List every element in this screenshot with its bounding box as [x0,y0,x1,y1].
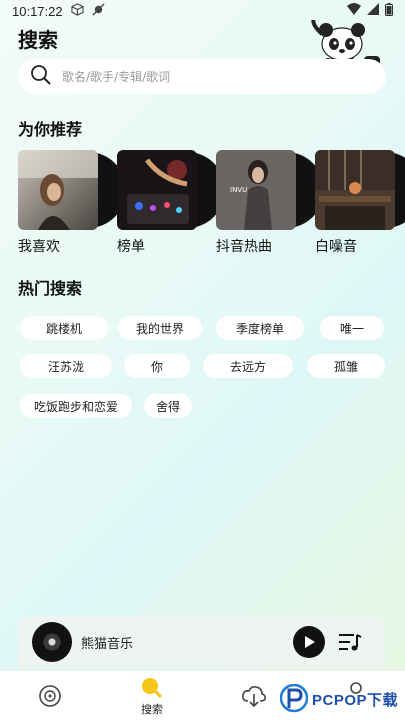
recommend-label: 白噪音 [315,239,357,255]
play-button[interactable] [293,626,325,658]
cloud-download-icon [242,686,266,708]
disc-icon [39,685,61,707]
search-icon[interactable] [30,64,52,90]
watermark: PCPOP下载 [280,684,398,714]
hot-tag[interactable]: 季度榜单 [216,316,304,340]
recommend-label: 榜单 [117,239,145,255]
recommend-card-douyin[interactable]: INVU 抖音热曲 [216,150,324,255]
album-disc-icon [32,622,72,662]
hot-tag[interactable]: 舍得 [144,394,192,418]
tab-label: 搜索 [141,703,163,716]
status-bar: 10:17:22 [0,0,405,22]
box-icon [70,3,84,19]
search-input[interactable] [62,69,282,84]
signal-icon [367,3,379,19]
hot-search-title: 热门搜索 [18,279,83,298]
player-title: 熊猫音乐 [81,637,134,652]
mini-player[interactable]: 熊猫音乐 [18,616,385,668]
silent-icon [92,3,105,19]
recommend-label: 抖音热曲 [216,239,272,255]
tab-search[interactable]: 搜索 [122,671,182,720]
cover-image [315,150,395,230]
hot-tag[interactable]: 汪苏泷 [20,354,112,378]
cover-image [18,150,98,230]
tab-music[interactable] [20,671,80,720]
battery-icon [385,2,393,20]
watermark-logo-icon [280,684,308,713]
play-icon [305,636,315,648]
recommend-title: 为你推荐 [18,120,83,139]
cover-caption: INVU [230,186,247,194]
recommend-card-charts[interactable]: 榜单 [117,150,225,255]
tab-download[interactable] [224,671,284,720]
recommend-card-white-noise[interactable]: 白噪音 [315,150,405,255]
hot-tag[interactable]: 唯一 [320,316,384,340]
watermark-text: PCPOP下载 [312,691,399,709]
search-tab-icon [142,678,163,699]
playlist-button[interactable] [338,631,362,653]
playlist-icon [339,634,362,651]
page-title: 搜索 [18,28,58,52]
recommend-card-favorites[interactable]: 我喜欢 [18,150,126,255]
cover-image [117,150,197,230]
wifi-icon [347,3,361,19]
hot-tag[interactable]: 吃饭跑步和恋爱 [20,394,132,418]
recommend-label: 我喜欢 [18,239,60,255]
recommend-list: 我喜欢 榜单 INVU 抖音热曲 白噪音 [18,150,405,260]
hot-tag[interactable]: 我的世界 [118,316,202,340]
hot-tag[interactable]: 你 [124,354,190,378]
hot-tag[interactable]: 去远方 [203,354,293,378]
hot-tag[interactable]: 跳楼机 [20,316,108,340]
status-time: 10:17:22 [12,3,63,19]
hot-tag[interactable]: 孤雏 [307,354,385,378]
cover-image: INVU [216,150,296,230]
search-bar[interactable] [18,59,386,94]
